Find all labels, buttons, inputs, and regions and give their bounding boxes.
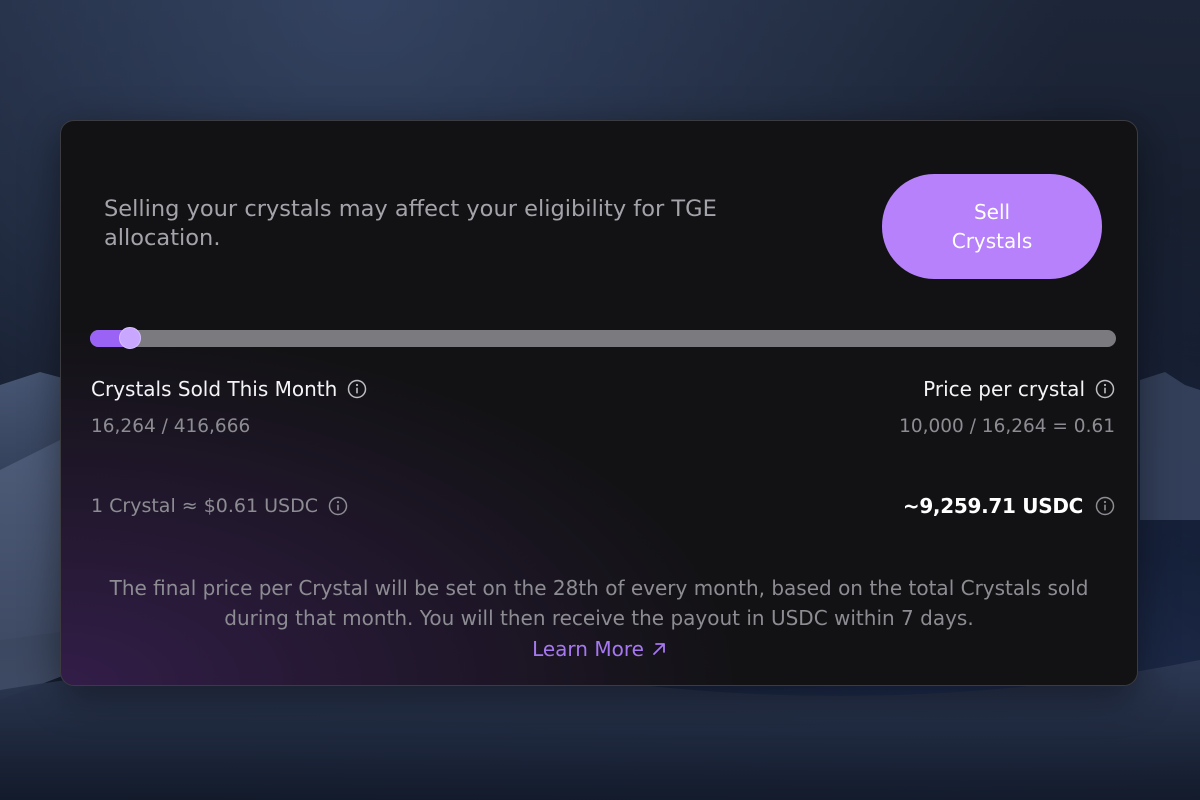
- crystals-sold-value: 16,264 / 416,666: [91, 416, 251, 437]
- info-icon[interactable]: [1095, 379, 1115, 399]
- sell-crystals-button[interactable]: Sell Crystals: [882, 174, 1102, 279]
- price-per-crystal-title: Price per crystal: [923, 377, 1085, 401]
- payout-total: ~9,259.71 USDC: [903, 493, 1115, 519]
- info-icon[interactable]: [1095, 496, 1115, 516]
- learn-more-link[interactable]: Learn More: [532, 635, 668, 663]
- price-per-crystal-value: 10,000 / 16,264 = 0.61: [899, 416, 1115, 437]
- info-icon[interactable]: [328, 496, 348, 516]
- conversion-rate: 1 Crystal ≈ $0.61 USDC: [91, 493, 348, 519]
- payout-footnote: The final price per Crystal will be set …: [109, 576, 1089, 630]
- crystals-sold-title: Crystals Sold This Month: [91, 377, 338, 401]
- conversion-rate-text: 1 Crystal ≈ $0.61 USDC: [91, 495, 319, 517]
- learn-more-label: Learn More: [532, 637, 644, 661]
- info-icon[interactable]: [347, 379, 367, 399]
- crystals-sold-progress-bar: [90, 327, 1116, 349]
- payout-total-text: ~9,259.71 USDC: [902, 494, 1083, 518]
- price-per-crystal-heading: Price per crystal: [923, 376, 1115, 402]
- eligibility-warning: Selling your crystals may affect your el…: [104, 196, 717, 251]
- sell-crystals-button-label: Sell Crystals: [951, 199, 1033, 253]
- learn-more-row: Learn More: [61, 635, 1139, 663]
- arrow-up-right-icon: [653, 643, 665, 655]
- sell-crystals-card: Selling your crystals may affect your el…: [60, 120, 1138, 686]
- progress-thumb[interactable]: [119, 327, 141, 349]
- crystals-sold-heading: Crystals Sold This Month: [91, 376, 367, 402]
